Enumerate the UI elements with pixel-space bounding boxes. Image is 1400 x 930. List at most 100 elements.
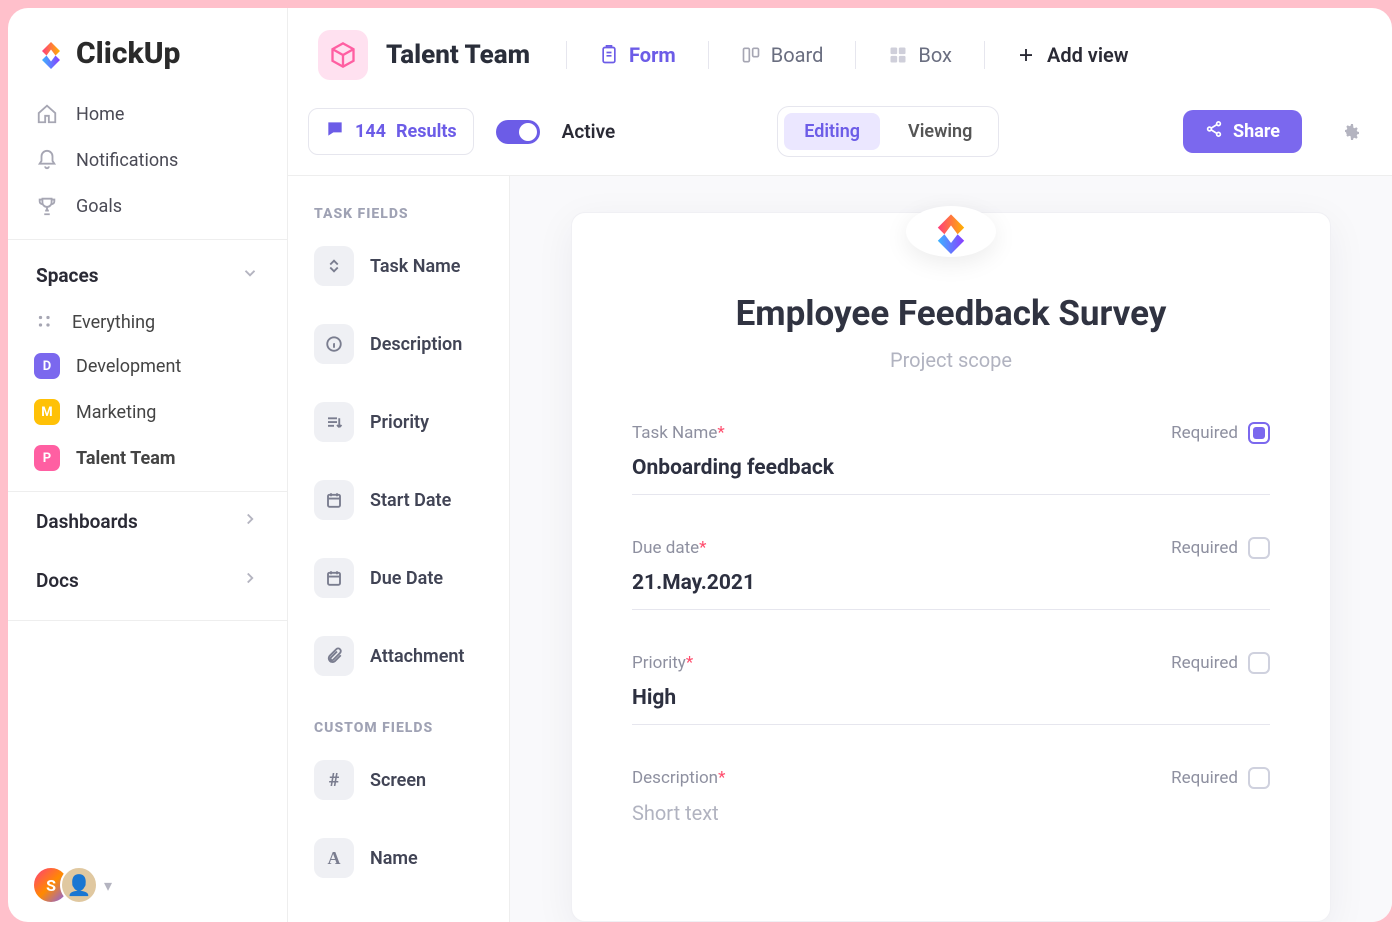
space-label: Everything [72, 312, 155, 333]
field-value[interactable]: Onboarding feedback [632, 444, 1270, 495]
active-toggle-label: Active [562, 120, 616, 143]
spaces-header[interactable]: Spaces [8, 250, 287, 301]
form-field-priority[interactable]: Priority* Required High [632, 652, 1270, 725]
tab-board[interactable]: Board [735, 39, 830, 71]
home-icon [36, 103, 58, 125]
results-count: 144 [355, 121, 386, 142]
nav-dashboards[interactable]: Dashboards [8, 491, 287, 551]
main: Talent Team Form Board Box [288, 8, 1392, 922]
results-label: Results [396, 121, 457, 142]
tab-form[interactable]: Form [593, 39, 682, 71]
field-attachment[interactable]: Attachment [310, 626, 495, 704]
field-task-name[interactable]: Task Name [310, 236, 495, 314]
field-label: Attachment [370, 646, 464, 667]
sidebar-item-talent-team[interactable]: P Talent Team [26, 435, 269, 481]
chevron-right-icon [241, 569, 259, 592]
tab-label: Board [771, 43, 824, 67]
comment-icon [325, 119, 345, 144]
field-label: Priority* [632, 653, 693, 673]
form-field-description[interactable]: Description* Required Short text [632, 767, 1270, 839]
chevron-right-icon [241, 510, 259, 533]
user-menu[interactable]: S 👤 ▾ [8, 848, 287, 922]
field-description[interactable]: Description [310, 314, 495, 392]
space-label: Marketing [76, 402, 156, 423]
nav-label: Home [76, 104, 124, 125]
field-placeholder[interactable]: Short text [632, 789, 1270, 839]
topbar: Talent Team Form Board Box [288, 8, 1392, 100]
field-label: Due Date [370, 568, 443, 589]
tab-label: Box [918, 43, 952, 67]
hash-icon: # [314, 760, 354, 800]
segment-editing[interactable]: Editing [784, 113, 880, 150]
sidebar-item-development[interactable]: D Development [26, 343, 269, 389]
field-label: Name [370, 848, 418, 869]
required-checkbox[interactable] [1248, 537, 1270, 559]
form-canvas: Employee Feedback Survey Project scope T… [510, 176, 1392, 922]
sort-icon [314, 246, 354, 286]
chevron-down-icon [241, 264, 259, 287]
bell-icon [36, 149, 58, 171]
sidebar: ClickUp Home Notifications Goals [8, 8, 288, 922]
field-value[interactable]: High [632, 674, 1270, 725]
board-icon [741, 45, 761, 65]
field-start-date[interactable]: Start Date [310, 470, 495, 548]
plus-icon [1017, 45, 1037, 65]
field-label: Task Name* [632, 423, 725, 443]
space-badge: P [34, 445, 60, 471]
nav-docs[interactable]: Docs [8, 551, 287, 610]
form-subtitle[interactable]: Project scope [632, 348, 1270, 372]
custom-fields-heading: CUSTOM FIELDS [310, 714, 495, 750]
calendar-icon [314, 480, 354, 520]
field-label: Start Date [370, 490, 451, 511]
attachment-icon [314, 636, 354, 676]
subbar: 144 Results Active Editing Viewing Share [288, 100, 1392, 176]
tab-label: Form [629, 43, 676, 67]
settings-button[interactable] [1338, 120, 1362, 144]
form-title[interactable]: Employee Feedback Survey [632, 293, 1270, 334]
segment-viewing[interactable]: Viewing [888, 113, 992, 150]
space-label: Development [76, 356, 181, 377]
space-label: Talent Team [76, 448, 175, 469]
nav-notifications[interactable]: Notifications [26, 137, 269, 183]
space-chip[interactable] [318, 30, 368, 80]
share-icon [1205, 120, 1223, 143]
tab-box[interactable]: Box [882, 39, 958, 71]
share-button[interactable]: Share [1183, 110, 1302, 153]
calendar-icon [314, 558, 354, 598]
nav-label: Notifications [76, 150, 178, 171]
required-checkbox[interactable] [1248, 652, 1270, 674]
form-field-task-name[interactable]: Task Name* Required Onboarding feedback [632, 422, 1270, 495]
box-icon [888, 45, 908, 65]
priority-icon [314, 402, 354, 442]
form-logo[interactable] [906, 206, 996, 257]
required-label: Required [1171, 768, 1238, 788]
required-checkbox[interactable] [1248, 422, 1270, 444]
task-fields-heading: TASK FIELDS [310, 200, 495, 236]
field-label: Description [370, 334, 462, 355]
field-value[interactable]: 21.May.2021 [632, 559, 1270, 610]
tab-label: Add view [1047, 43, 1129, 67]
share-label: Share [1233, 121, 1280, 142]
active-toggle[interactable] [496, 120, 540, 144]
field-label: Task Name [370, 256, 460, 277]
grid-dots-icon [34, 311, 56, 333]
required-checkbox[interactable] [1248, 767, 1270, 789]
field-label: Screen [370, 770, 426, 791]
form-field-due-date[interactable]: Due date* Required 21.May.2021 [632, 537, 1270, 610]
field-name[interactable]: A Name [310, 828, 495, 906]
spaces-heading: Spaces [36, 264, 98, 287]
field-priority[interactable]: Priority [310, 392, 495, 470]
field-label: Due date* [632, 538, 707, 558]
sidebar-item-marketing[interactable]: M Marketing [26, 389, 269, 435]
sidebar-item-everything[interactable]: Everything [26, 301, 269, 343]
results-button[interactable]: 144 Results [308, 108, 474, 155]
field-panel: TASK FIELDS Task Name Description [288, 176, 510, 922]
field-screen[interactable]: # Screen [310, 750, 495, 828]
nav-home[interactable]: Home [26, 91, 269, 137]
add-view-button[interactable]: Add view [1011, 39, 1135, 71]
space-badge: M [34, 399, 60, 425]
caret-down-icon: ▾ [104, 876, 112, 895]
brand-logo[interactable]: ClickUp [8, 8, 287, 91]
nav-goals[interactable]: Goals [26, 183, 269, 229]
field-due-date[interactable]: Due Date [310, 548, 495, 626]
